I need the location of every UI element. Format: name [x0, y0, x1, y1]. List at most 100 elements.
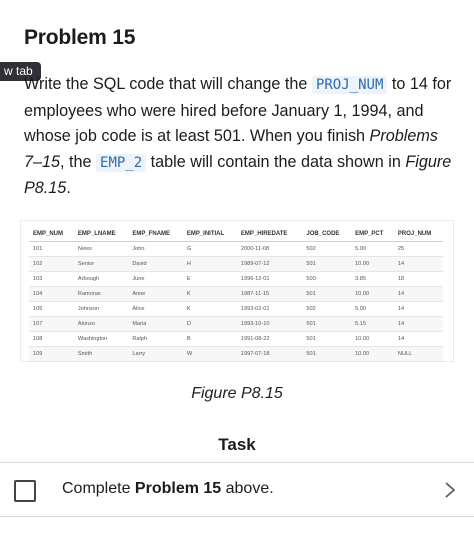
task-label-prefix: Complete	[62, 480, 135, 497]
column-header: PROJ_NUM	[393, 228, 443, 242]
table-row: 107 Alonzo Maria D 1993-10-10 501 5.15 14	[29, 316, 443, 332]
table-cell: G	[182, 241, 237, 257]
table-row: 104 Ramoras Anne K 1987-11-15 501 10.00 14	[29, 286, 443, 302]
table-cell: NULL	[393, 346, 443, 362]
table-cell: 5.15	[351, 316, 394, 332]
table-cell: 1996-12-01	[236, 271, 303, 287]
table-cell: 1997-07-18	[236, 346, 303, 362]
table-cell: B	[182, 331, 237, 347]
page-title: Problem 15	[24, 26, 136, 49]
column-header: EMP_NUM	[29, 228, 74, 242]
table-cell: 502	[302, 301, 352, 317]
column-header: JOB_CODE	[302, 228, 352, 242]
table-cell: Alice	[128, 301, 183, 317]
table-cell: 1993-02-01	[236, 301, 303, 317]
table-cell: 104	[29, 286, 74, 302]
table-cell: 14	[393, 256, 443, 272]
table-cell: 2000-11-08	[236, 241, 303, 257]
task-item[interactable]: Complete Problem 15 above.	[0, 462, 474, 517]
table-cell: 501	[302, 286, 352, 302]
table-cell: 14	[393, 286, 443, 302]
table-row: 103 Arbough June E 1996-12-01 500 3.85 18	[29, 271, 443, 287]
problem-statement: Write the SQL code that will change the …	[24, 72, 452, 202]
table-cell: Ramoras	[73, 286, 129, 302]
table-cell: 103	[29, 271, 74, 287]
table-cell: 105	[29, 301, 74, 317]
table-cell: K	[182, 301, 237, 317]
table-cell: Senior	[73, 256, 129, 272]
table-cell: Johnson	[73, 301, 129, 317]
table-cell: Alonzo	[73, 316, 129, 332]
problem-text-part: .	[66, 179, 71, 198]
chevron-right-icon[interactable]	[443, 480, 457, 500]
table-cell: Anne	[128, 286, 183, 302]
table-cell: 10.00	[351, 286, 394, 302]
table-cell: 108	[29, 331, 74, 347]
table-cell: D	[182, 316, 237, 332]
table-row: 109 Smith Larry W 1997-07-18 501 10.00 NULL	[29, 346, 443, 362]
column-header: EMP_INITIAL	[182, 228, 237, 242]
table-cell: 501	[302, 316, 352, 332]
table-cell: K	[182, 286, 237, 302]
table-cell: Larry	[128, 346, 183, 362]
table-cell: 1993-10-10	[236, 316, 303, 332]
table-cell: John	[128, 241, 183, 257]
task-label: Complete Problem 15 above.	[62, 480, 274, 498]
problem-text-part: table will contain the data shown in	[146, 152, 406, 171]
emp-2-table: EMP_NUM EMP_LNAME EMP_FNAME EMP_INITIAL …	[29, 228, 443, 362]
table-cell: 107	[29, 316, 74, 332]
table-row: 108 Washington Ralph B 1991-08-22 501 10.00 14	[29, 331, 443, 347]
column-header: EMP_HIREDATE	[236, 228, 303, 242]
column-header: EMP_PCT	[351, 228, 394, 242]
table-cell: David	[128, 256, 183, 272]
table-cell: 102	[29, 256, 74, 272]
table-cell: 10.00	[351, 331, 394, 347]
table-cell: Arbough	[73, 271, 129, 287]
table-cell: 10.00	[351, 256, 394, 272]
table-cell: 101	[29, 241, 74, 257]
table-cell: W	[182, 346, 237, 362]
table-cell: Washington	[73, 331, 129, 347]
task-label-bold: Problem 15	[134, 480, 222, 497]
table-cell: 18	[393, 271, 443, 287]
table-cell: 1991-08-22	[236, 331, 303, 347]
task-label-suffix: above.	[221, 480, 274, 497]
table-cell: 14	[393, 316, 443, 332]
table-cell: 1989-07-12	[236, 256, 303, 272]
task-heading: Task	[218, 435, 256, 454]
code-emp-2: EMP_2	[96, 153, 147, 172]
code-proj-num: PROJ_NUM	[311, 76, 388, 94]
table-cell: H	[182, 256, 237, 272]
table-cell: 501	[302, 256, 352, 272]
figure-caption: Figure P8.15	[191, 385, 283, 402]
problem-text-part: Write the SQL code that will change the	[24, 75, 312, 93]
table-cell: 14	[393, 301, 443, 317]
table-cell: 500	[302, 271, 352, 287]
table-cell: June	[128, 271, 183, 287]
column-header: EMP_FNAME	[128, 228, 183, 242]
table-cell: 501	[302, 331, 352, 347]
figure-table: EMP_NUM EMP_LNAME EMP_FNAME EMP_INITIAL …	[20, 220, 454, 362]
table-cell: 25	[393, 241, 443, 257]
table-header-row: EMP_NUM EMP_LNAME EMP_FNAME EMP_INITIAL …	[29, 228, 443, 242]
table-cell: E	[182, 271, 237, 287]
task-checkbox[interactable]	[14, 480, 36, 502]
table-cell: 3.85	[351, 271, 394, 287]
table-cell: Maria	[128, 316, 183, 332]
table-row: 102 Senior David H 1989-07-12 501 10.00 14	[29, 256, 443, 272]
table-cell: 1987-11-15	[236, 286, 303, 302]
table-cell: 14	[393, 331, 443, 347]
column-header: EMP_LNAME	[73, 228, 129, 242]
table-cell: Smith	[73, 346, 129, 362]
table-row: 105 Johnson Alice K 1993-02-01 502 5.00 14	[29, 301, 443, 317]
table-cell: News	[73, 241, 129, 257]
table-cell: 501	[302, 346, 352, 362]
table-cell: 10.00	[351, 346, 394, 362]
table-cell: 502	[302, 241, 352, 257]
problem-text-part: , the	[60, 152, 97, 171]
table-row: 101 News John G 2000-11-08 502 5.00 25	[29, 241, 443, 257]
table-cell: Ralph	[128, 331, 183, 347]
table-cell: 109	[29, 346, 74, 362]
table-cell: 5.00	[351, 301, 394, 317]
table-cell: 5.00	[351, 241, 394, 257]
